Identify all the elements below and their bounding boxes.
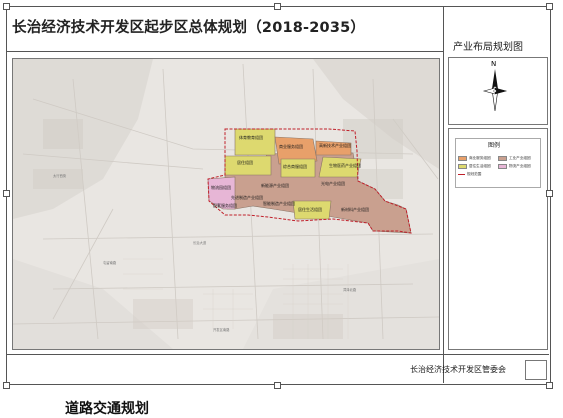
resize-handle-top-right[interactable]: [546, 3, 553, 10]
zone-label: 商业服务组团: [279, 143, 303, 149]
legend-item: 居住生活组团: [458, 164, 491, 169]
road-label: 长治大道: [193, 240, 207, 245]
map-subtitle: 产业布局规划图: [453, 42, 523, 53]
resize-handle-top-left[interactable]: [3, 3, 10, 10]
legend-item: 规划范围: [458, 172, 481, 177]
footer-organization: 长治经济技术开发区管委会: [410, 365, 506, 374]
resize-handle-bottom[interactable]: [274, 382, 281, 389]
resize-handle-right[interactable]: [546, 190, 553, 197]
legend-label: 商业服务组团: [469, 156, 491, 160]
legend-item: 工业产业组团: [498, 156, 531, 161]
resize-handle-bottom-left[interactable]: [3, 382, 10, 389]
page-title: 长治经济技术开发区起步区总体规划（2018-2035）: [12, 20, 366, 36]
side-panel-divider: [443, 6, 444, 383]
road-label: 漳泽北路: [343, 287, 357, 292]
zone-label: 居住组团: [237, 159, 253, 165]
map-svg: 体育教育组团 商业服务组团 综合商服组团 居住组团 居住生活组团 物流园组团 先…: [13, 59, 439, 349]
legend-swatch: [458, 164, 467, 169]
zone-label: 高新技术产业组团: [319, 142, 351, 148]
title-divider: [6, 51, 443, 52]
resize-handle-top[interactable]: [274, 3, 281, 10]
zone-sports-education: [234, 128, 276, 156]
map-canvas: 体育教育组团 商业服务组团 综合商服组团 居住组团 居住生活组团 物流园组团 先…: [12, 58, 440, 350]
zone-label: 新材料产业组团: [341, 206, 369, 212]
zone-label: 居住生活组团: [298, 206, 322, 212]
legend-label: 工业产业组团: [509, 156, 531, 160]
zone-label: 生物医药产业组团: [329, 162, 361, 168]
legend-swatch: [498, 156, 507, 161]
zone-label: 体育教育组团: [239, 134, 263, 140]
legend-item: 商业服务组团: [458, 156, 491, 161]
legend-swatch: [458, 156, 467, 161]
zone-label: 物流园组团: [211, 184, 231, 190]
zone-label: 光电产业组团: [321, 180, 345, 186]
road-label: 太行西街: [53, 173, 67, 178]
footer-divider: [6, 354, 549, 355]
zone-label: 综合商服组团: [283, 163, 307, 169]
road-label: 开发区南路: [213, 327, 230, 332]
zone-label: 配套服务组团: [213, 202, 237, 208]
zone-label: 先进制造产业组团: [231, 194, 263, 200]
zone-label: 新能源产业组团: [261, 182, 289, 188]
next-section-heading: 道路交通规划: [65, 401, 149, 417]
legend-title: 图例: [488, 142, 501, 149]
north-arrow-icon: [482, 69, 508, 112]
zone-label: 智能制造产业组团: [263, 200, 295, 206]
zone-residential-left: [224, 155, 272, 176]
footer-stamp-box: [525, 360, 547, 380]
legend-label: 居住生活组团: [469, 164, 491, 168]
resize-handle-left[interactable]: [3, 190, 10, 197]
road-label: 屯留南路: [103, 260, 117, 265]
legend-boundary-line: [458, 174, 465, 175]
legend-item: 物流产业组团: [498, 164, 531, 169]
resize-handle-bottom-right[interactable]: [546, 382, 553, 389]
legend-swatch: [498, 164, 507, 169]
legend-label: 规划范围: [467, 172, 482, 176]
legend-label: 物流产业组团: [509, 164, 531, 168]
